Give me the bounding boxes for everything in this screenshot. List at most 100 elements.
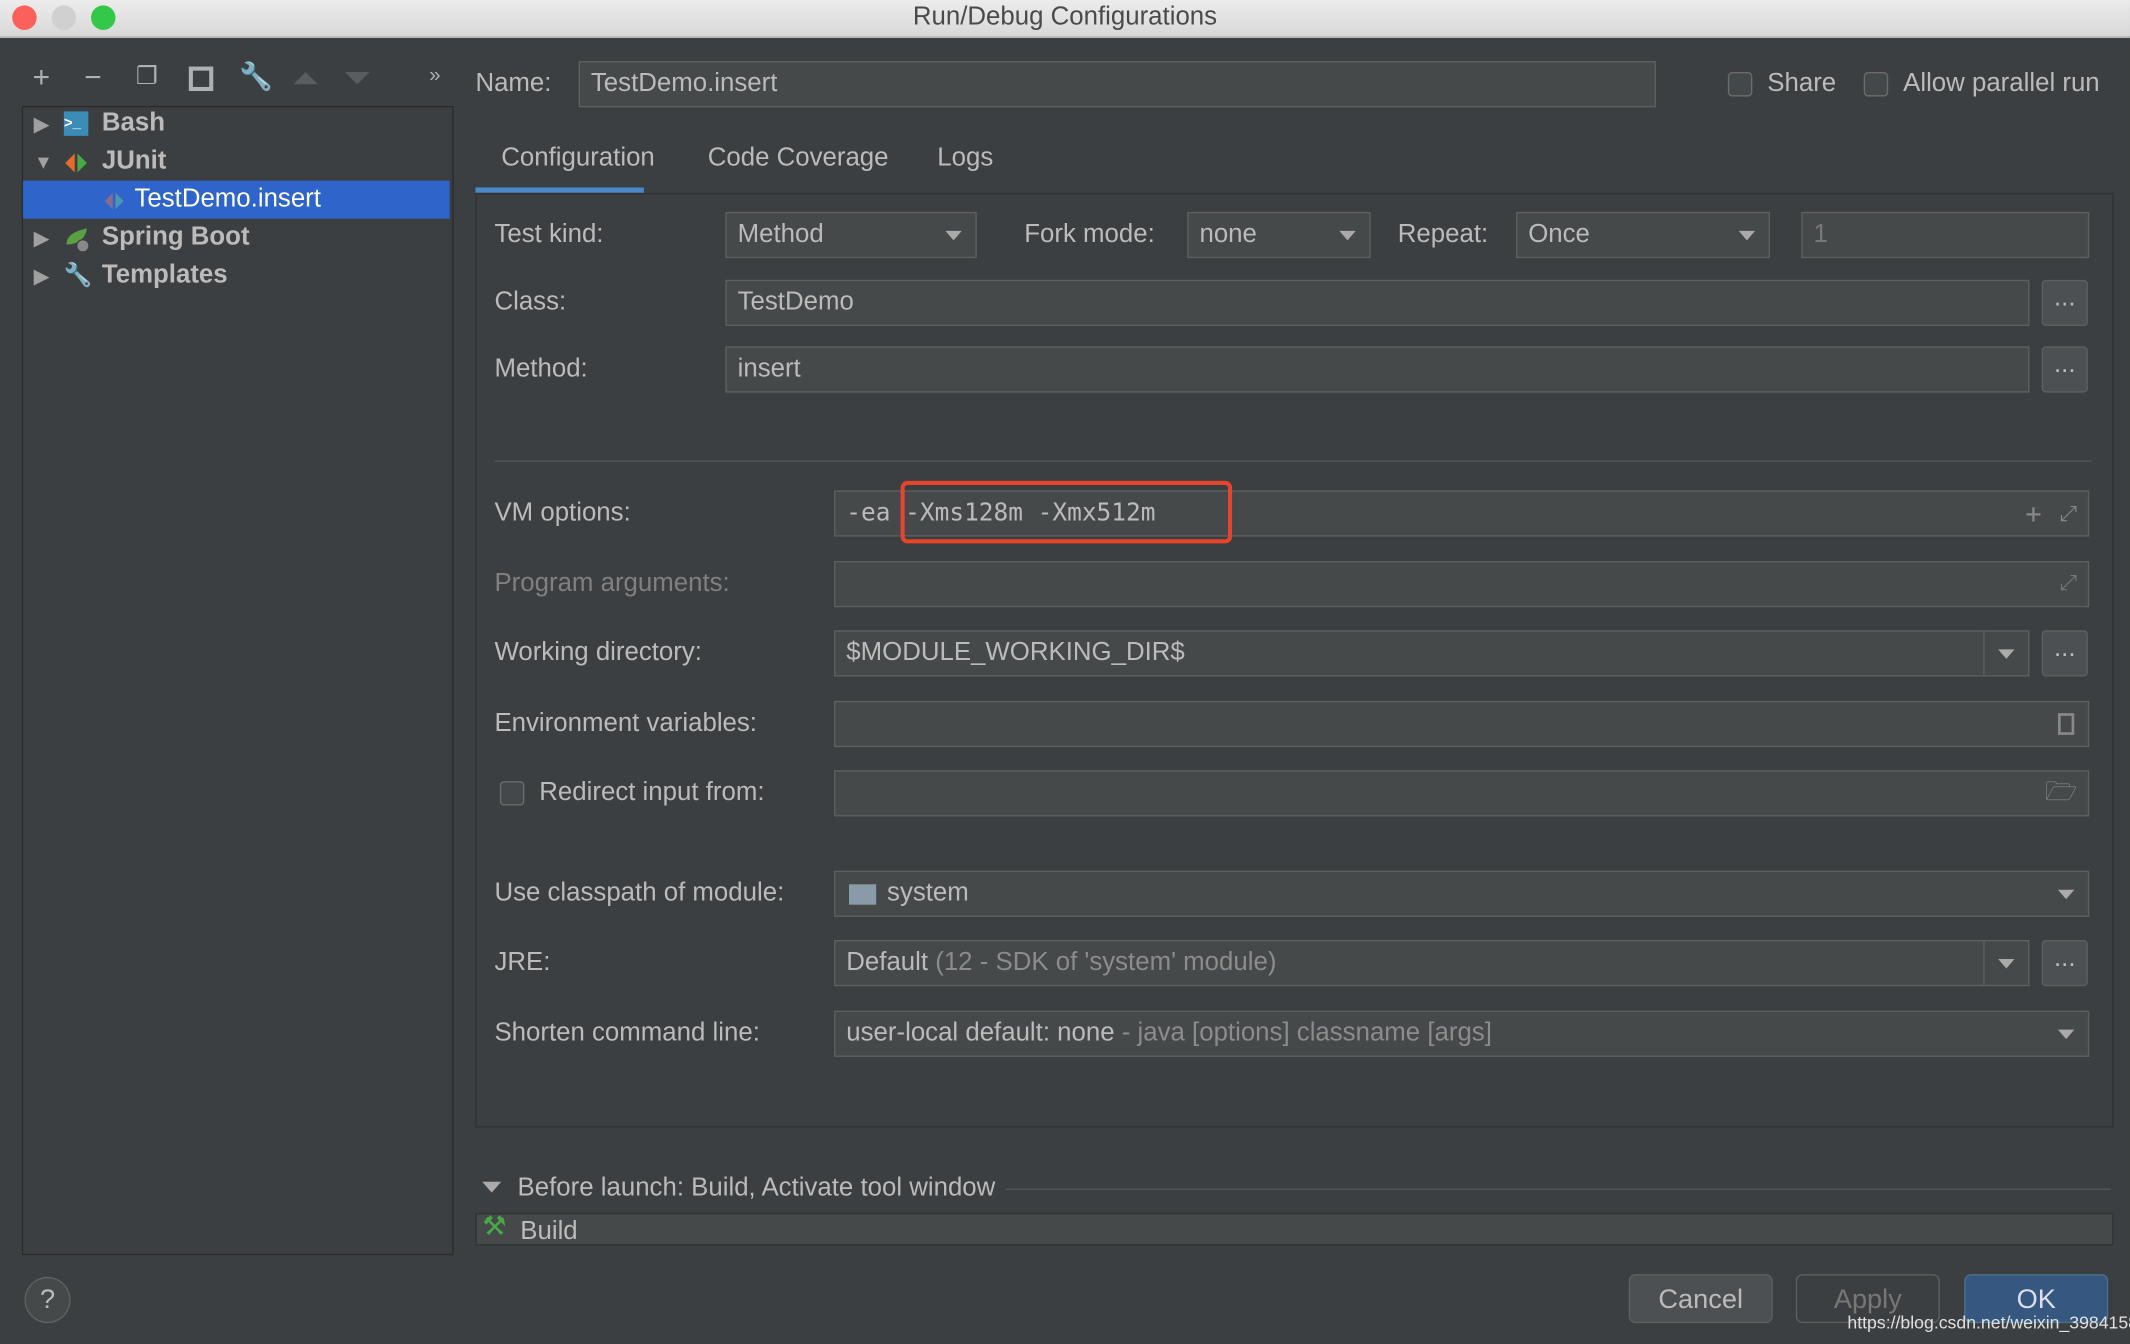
classpath-module-select[interactable]: system xyxy=(834,870,2090,917)
chevron-down-icon xyxy=(2057,1029,2075,1040)
window-title: Run/Debug Configurations xyxy=(912,2,1218,32)
copy-icon[interactable]: ❐ xyxy=(136,62,158,91)
minimize-window-button[interactable] xyxy=(51,5,77,30)
redirect-input-checkbox[interactable] xyxy=(499,781,525,806)
jre-value: Default xyxy=(846,948,929,977)
shorten-detail: - java [options] classname [args] xyxy=(1121,1018,1492,1048)
expand-icon[interactable]: ⤢ xyxy=(2060,562,2077,605)
expand-arrow-icon[interactable]: ▶ xyxy=(34,219,49,257)
expand-arrow-icon[interactable]: ▶ xyxy=(34,105,49,143)
tree-item-spring-boot[interactable]: ▶ Spring Boot xyxy=(23,219,450,257)
junit-icon xyxy=(64,149,88,173)
spring-icon xyxy=(64,225,90,253)
classpath-module-label: Use classpath of module: xyxy=(494,878,785,908)
document-icon[interactable] xyxy=(2057,713,2075,735)
shorten-value: user-local default: none xyxy=(846,1018,1115,1048)
before-launch-title[interactable]: Before launch: Build, Activate tool wind… xyxy=(518,1166,996,1212)
chevron-down-icon xyxy=(1339,230,1356,241)
plus-icon[interactable]: + xyxy=(33,60,50,95)
tree-item-templates[interactable]: ▶ 🔧 Templates xyxy=(23,257,450,295)
fork-mode-value: none xyxy=(1199,220,1257,249)
more-icon[interactable]: » xyxy=(429,64,440,87)
allow-parallel-checkbox[interactable] xyxy=(1863,71,1889,97)
plus-icon[interactable]: + xyxy=(2025,492,2041,535)
chevron-down-icon xyxy=(2057,889,2075,900)
title-bar: Run/Debug Configurations xyxy=(0,0,2130,39)
environment-variables-label: Environment variables: xyxy=(494,709,757,738)
test-kind-select[interactable]: Method xyxy=(725,211,977,259)
method-input[interactable]: insert xyxy=(725,346,2030,393)
repeat-value: Once xyxy=(1528,220,1590,249)
separator xyxy=(1005,1188,2111,1190)
browse-method-button[interactable]: ... xyxy=(2041,346,2088,393)
shorten-command-line-label: Shorten command line: xyxy=(494,1018,760,1048)
browse-jre-button[interactable]: ... xyxy=(2041,940,2088,987)
working-directory-label: Working directory: xyxy=(494,638,702,667)
tree-item-junit[interactable]: ▼ JUnit xyxy=(23,143,450,181)
help-button[interactable]: ? xyxy=(24,1276,71,1324)
expand-icon[interactable]: ⤢ xyxy=(2060,492,2077,535)
name-input[interactable]: TestDemo.insert xyxy=(578,61,1656,108)
config-tree: ▶ >_ Bash ▼ JUnit TestDemo.insert ▶ Spri… xyxy=(21,105,454,1256)
folder-icon[interactable]: 🗁 xyxy=(2045,772,2077,815)
test-icon xyxy=(102,187,126,211)
fork-mode-label: Fork mode: xyxy=(1024,220,1155,249)
chevron-down-icon[interactable] xyxy=(1998,959,2015,969)
arrow-down-icon[interactable] xyxy=(345,71,370,85)
chevron-down-icon[interactable] xyxy=(1998,649,2015,659)
close-window-button[interactable] xyxy=(12,5,37,30)
name-label: Name: xyxy=(475,69,552,98)
tree-item-bash[interactable]: ▶ >_ Bash xyxy=(23,105,450,143)
cancel-button[interactable]: Cancel xyxy=(1628,1274,1773,1324)
collapse-arrow-icon[interactable]: ▼ xyxy=(34,143,53,181)
share-checkbox[interactable] xyxy=(1727,71,1753,97)
program-arguments-label: Program arguments: xyxy=(494,569,730,598)
before-launch-item[interactable]: Build xyxy=(520,1214,577,1249)
watermark: https://blog.csdn.net/weixin_39841589 xyxy=(1847,1312,2130,1333)
redirect-input-field[interactable]: 🗁 xyxy=(834,770,2090,817)
arrow-up-icon[interactable] xyxy=(293,71,318,85)
vm-options-label: VM options: xyxy=(494,498,631,528)
before-launch-list: ⚒ Build xyxy=(475,1212,2114,1249)
run-debug-dialog: Run/Debug Configurations + − ❐ 🔧 » ▶ >_ … xyxy=(0,0,2130,1344)
browse-class-button[interactable]: ... xyxy=(2041,279,2088,327)
module-folder-icon xyxy=(849,884,877,905)
tab-configuration[interactable]: Configuration xyxy=(501,136,655,182)
wrench-icon[interactable]: 🔧 xyxy=(239,60,273,94)
separator xyxy=(494,460,2092,462)
classpath-module-value: system xyxy=(887,878,969,908)
working-directory-input[interactable]: $MODULE_WORKING_DIR$ xyxy=(834,630,2030,677)
program-arguments-input[interactable]: ⤢ xyxy=(834,561,2090,608)
tab-logs[interactable]: Logs xyxy=(937,136,993,182)
collapse-before-launch-icon[interactable] xyxy=(482,1181,502,1193)
test-kind-label: Test kind: xyxy=(494,220,604,249)
minus-icon[interactable]: − xyxy=(84,60,101,95)
shorten-command-line-select[interactable]: user-local default: none - java [options… xyxy=(834,1010,2090,1057)
jre-label: JRE: xyxy=(494,948,551,977)
repeat-select[interactable]: Once xyxy=(1515,211,1770,259)
highlight-box xyxy=(900,480,1233,544)
zoom-window-button[interactable] xyxy=(91,5,116,30)
test-kind-value: Method xyxy=(737,220,824,249)
jre-detail: (12 - SDK of 'system' module) xyxy=(935,948,1277,977)
jre-select[interactable]: Default (12 - SDK of 'system' module) xyxy=(834,940,2030,987)
wrench-icon: 🔧 xyxy=(63,262,93,288)
environment-variables-input[interactable] xyxy=(834,700,2090,748)
repeat-count-input[interactable]: 1 xyxy=(1801,211,2090,259)
chevron-down-icon xyxy=(945,230,962,241)
share-label: Share xyxy=(1767,69,1837,98)
repeat-label: Repeat: xyxy=(1397,220,1489,249)
save-icon[interactable] xyxy=(188,66,214,92)
tree-item-testdemo-insert[interactable]: TestDemo.insert xyxy=(23,180,450,219)
terminal-icon: >_ xyxy=(63,111,89,136)
hammer-icon: ⚒ xyxy=(482,1211,507,1242)
browse-directory-button[interactable]: ... xyxy=(2041,630,2088,677)
vm-options-prefix: -ea xyxy=(846,498,891,528)
class-input[interactable]: TestDemo xyxy=(725,279,2030,327)
allow-parallel-label: Allow parallel run xyxy=(1903,69,2100,98)
fork-mode-select[interactable]: none xyxy=(1187,211,1371,259)
redirect-input-label: Redirect input from: xyxy=(539,778,765,807)
tab-code-coverage[interactable]: Code Coverage xyxy=(708,136,889,182)
working-directory-value: $MODULE_WORKING_DIR$ xyxy=(846,638,1185,667)
expand-arrow-icon[interactable]: ▶ xyxy=(34,257,49,295)
